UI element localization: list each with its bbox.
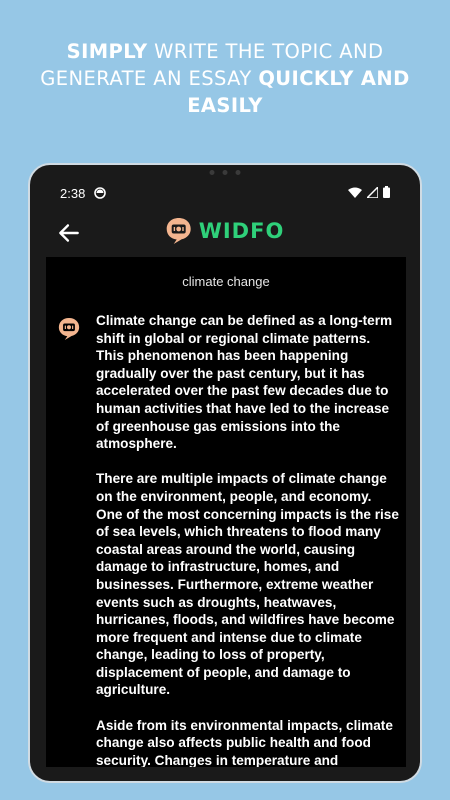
app-bar: WIDFO [30,213,420,253]
brand: WIDFO [166,217,285,245]
bot-avatar-icon [58,318,80,340]
essay-paragraph: Aside from its environmental impacts, cl… [96,717,393,767]
signal-icon [367,186,378,198]
promo-headline: SIMPLY WRITE THE TOPIC AND GENERATE AN E… [0,38,450,119]
tablet-frame: 2:38 WIDFO climate change Climate change… [28,163,422,783]
essay-paragraph: Climate change can be defined as a long-… [96,313,393,452]
essay-response: Climate change can be defined as a long-… [96,312,400,767]
wifi-icon [348,187,362,198]
chat-area[interactable]: climate change Climate change can be def… [46,257,406,767]
essay-paragraph: There are multiple impacts of climate ch… [96,471,399,698]
back-arrow-icon[interactable] [56,220,82,246]
notification-icon [94,187,106,199]
promo-line-3: EASILY [187,94,263,117]
brand-name: WIDFO [198,219,285,243]
promo-line-2: GENERATE AN ESSAY QUICKLY AND [40,67,410,90]
status-time: 2:38 [60,186,86,201]
logo-icon [166,218,191,244]
status-bar: 2:38 [30,183,420,205]
battery-icon [383,186,390,198]
system-icons [348,186,390,198]
camera-dots [209,170,241,175]
promo-line-1: SIMPLY WRITE THE TOPIC AND [66,40,384,63]
user-topic-message: climate change [182,274,270,289]
